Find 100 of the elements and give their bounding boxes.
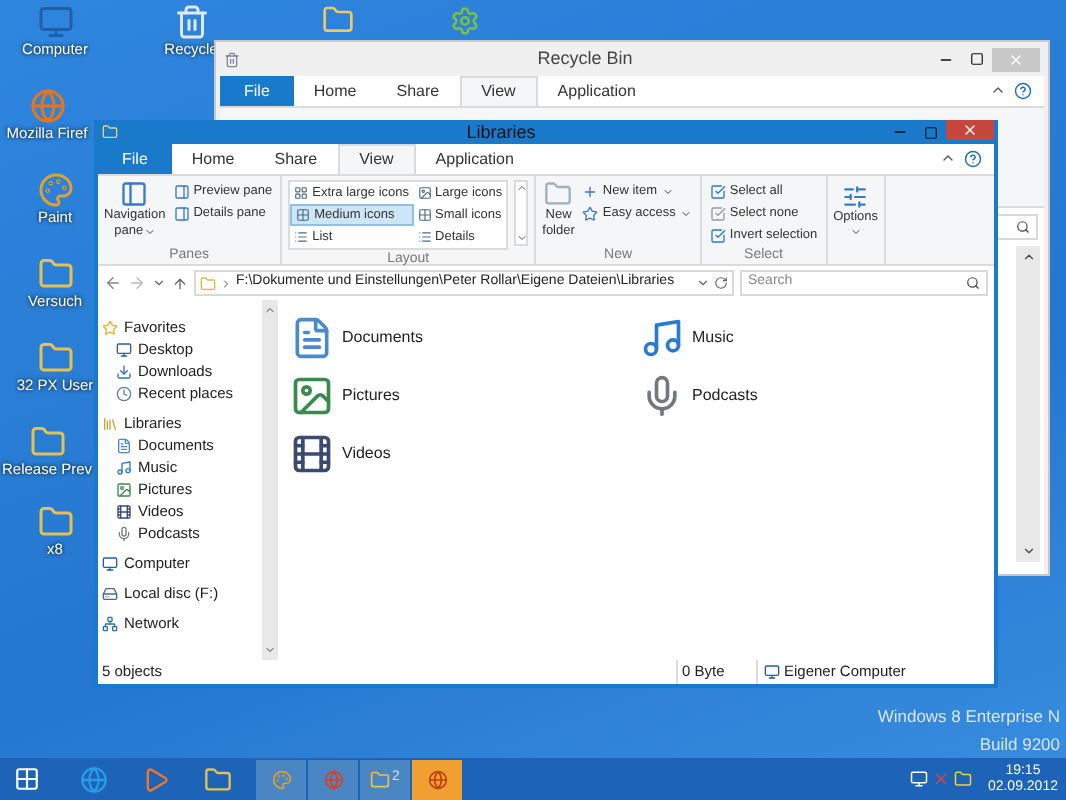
help-icon[interactable] [1014, 82, 1032, 100]
ribbon-tab[interactable]: Share [254, 144, 338, 174]
palette-icon [37, 172, 73, 208]
file-tab[interactable]: File [220, 76, 294, 106]
trash-icon [224, 51, 240, 67]
taskbar-button[interactable] [412, 759, 462, 799]
download-icon [116, 363, 132, 379]
trash-icon [173, 4, 209, 40]
chevron-icon [220, 277, 232, 289]
library-icon [102, 415, 118, 431]
ribbon-tab[interactable]: Home [293, 76, 377, 106]
library-name[interactable]: Documents [342, 325, 423, 349]
folder-icon [544, 180, 573, 208]
image-icon [290, 373, 334, 417]
star-icon [102, 319, 118, 335]
ribbon-tab[interactable]: Application [537, 76, 656, 106]
ribbon-tab[interactable]: Share [376, 76, 460, 106]
play-icon [142, 765, 170, 793]
document-icon [290, 315, 334, 359]
layout-icon [417, 208, 432, 222]
ribbon-tab[interactable]: Application [415, 144, 534, 174]
layout-icon [417, 186, 432, 200]
ribbon-tab[interactable]: View [459, 76, 538, 106]
taskbar-button[interactable] [256, 759, 306, 799]
film-icon [116, 503, 132, 519]
button-icon [582, 183, 599, 199]
music-note-icon [640, 315, 684, 359]
file-tab[interactable]: File [98, 144, 172, 174]
close-icon [962, 122, 978, 138]
network-tray-icon[interactable] [909, 770, 928, 788]
close-icon [1008, 51, 1024, 67]
button-icon [173, 205, 190, 221]
windows-logo-icon [13, 766, 39, 792]
ribbon-tab[interactable]: Home [171, 144, 255, 174]
folder-icon [102, 124, 118, 140]
layout-icon [294, 186, 309, 200]
scrollbar[interactable] [1016, 246, 1040, 562]
button-icon [173, 183, 190, 199]
collapse-ribbon-icon[interactable] [940, 150, 956, 166]
folder-icon [200, 275, 216, 291]
scroll-up-icon[interactable] [1021, 250, 1035, 264]
folder-icon [37, 340, 73, 376]
caret-icon[interactable] [696, 276, 710, 290]
network-icon [102, 615, 118, 631]
os-version-text: Build 9200 [979, 732, 1060, 758]
palette-icon [271, 769, 291, 789]
image-icon [116, 481, 132, 497]
refresh-icon[interactable] [714, 276, 728, 290]
layout-icon [294, 230, 309, 244]
button-icon [709, 227, 726, 243]
pane-icon [120, 180, 149, 208]
library-name[interactable]: Videos [342, 441, 391, 465]
monitor-icon [116, 341, 132, 357]
close-button[interactable] [946, 120, 994, 140]
library-name[interactable]: Podcasts [692, 383, 758, 407]
music-note-icon [116, 459, 132, 475]
document-icon [116, 437, 132, 453]
hard-drive-icon [102, 585, 118, 601]
monitor-icon [102, 555, 118, 571]
globe-icon [323, 769, 343, 789]
button-icon [582, 205, 599, 221]
folder-icon [37, 256, 73, 292]
folder-icon [29, 424, 65, 460]
film-icon [290, 431, 334, 475]
folder-icon [204, 765, 232, 793]
layout-icon [417, 230, 432, 244]
computer-icon [764, 664, 780, 680]
button-icon [709, 183, 726, 199]
globe-icon [80, 765, 108, 793]
options-icon [842, 184, 869, 210]
microphone-icon [116, 525, 132, 541]
globe-icon [427, 769, 447, 789]
library-name[interactable]: Music [692, 325, 734, 349]
os-version-text: Windows 8 Enterprise N [877, 704, 1060, 730]
forward-icon[interactable] [128, 274, 146, 292]
globe-icon [29, 88, 65, 124]
collapse-ribbon-icon[interactable] [990, 82, 1006, 98]
maximize-icon[interactable] [970, 52, 984, 66]
back-icon[interactable] [104, 274, 122, 292]
window-title: Libraries [464, 120, 538, 144]
folder-icon[interactable] [322, 4, 354, 36]
caret-icon [143, 226, 156, 238]
help-icon[interactable] [964, 150, 982, 168]
gear-icon[interactable] [450, 6, 480, 36]
folder-icon [37, 504, 73, 540]
folder-icon [370, 769, 391, 789]
window-title: Recycle Bin [535, 45, 635, 72]
ribbon-tab[interactable]: View [337, 144, 416, 174]
pinned-app[interactable] [76, 761, 112, 797]
clock-icon [116, 385, 132, 401]
scroll-down-icon[interactable] [1021, 544, 1035, 558]
monitor-icon [37, 4, 73, 40]
search-icon [1016, 220, 1030, 234]
library-name[interactable]: Pictures [342, 383, 400, 407]
search-icon [966, 276, 980, 290]
caret-icon [849, 226, 862, 238]
button-icon [709, 205, 726, 221]
up-icon[interactable] [172, 275, 188, 291]
recent-locations-icon[interactable] [152, 276, 166, 290]
layout-icon [296, 208, 311, 222]
